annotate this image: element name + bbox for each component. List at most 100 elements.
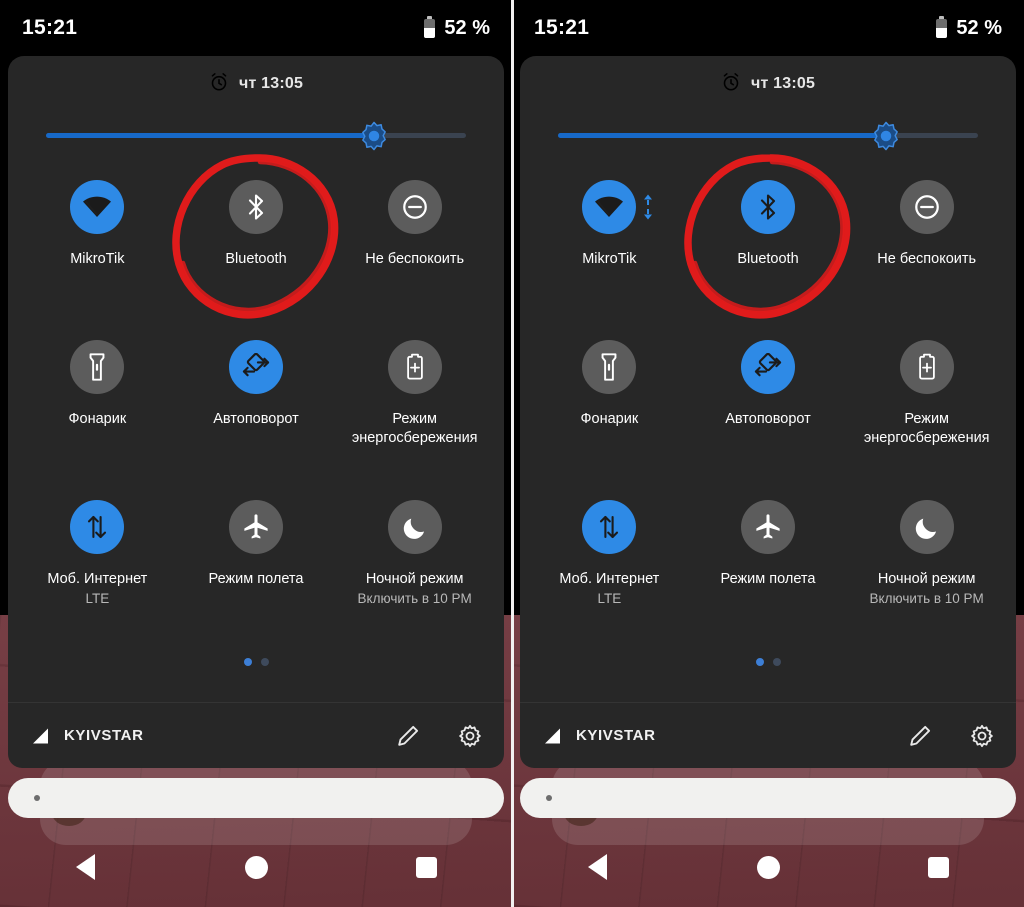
tile-label: Ночной режим	[365, 571, 464, 587]
alarm-clock-icon	[721, 72, 741, 97]
recents-square-icon	[416, 856, 438, 878]
recents-button[interactable]	[853, 827, 1024, 907]
back-triangle-icon	[75, 854, 95, 880]
tile-do-not-disturb[interactable]: Не беспокоить	[847, 166, 1006, 326]
tile-sublabel: Включить в 10 PM	[869, 590, 984, 606]
tile-row: Моб. Интернет LTE Режим полета Ночной режим…	[530, 486, 1006, 646]
tile-auto-rotate[interactable]: Автоповорот	[177, 326, 336, 486]
back-button[interactable]	[0, 827, 171, 907]
page-indicator	[8, 658, 504, 666]
page-dot[interactable]	[755, 658, 764, 666]
mobile-data-icon[interactable]	[70, 500, 125, 554]
signal-strength-icon	[542, 727, 562, 745]
do-not-disturb-icon[interactable]	[387, 180, 442, 234]
battery-saver-icon[interactable]	[899, 340, 954, 394]
tile-label: Bluetooth	[225, 251, 287, 267]
gear-icon[interactable]	[458, 724, 482, 748]
airplane-icon[interactable]	[741, 500, 795, 554]
tile-battery-saver[interactable]: Режим энергосбережения	[847, 326, 1006, 486]
search-bar[interactable]	[520, 778, 1016, 818]
do-not-disturb-icon[interactable]	[899, 180, 954, 234]
tile-wifi[interactable]: MikroTik	[530, 166, 689, 326]
brightness-sun-icon[interactable]	[871, 121, 901, 151]
home-circle-icon	[756, 855, 780, 879]
data-arrows-icon	[643, 194, 653, 220]
tile-wifi[interactable]: MikroTik	[18, 166, 177, 326]
bluetooth-icon[interactable]	[741, 180, 795, 234]
tile-label: Bluetooth	[737, 251, 799, 267]
tile-label: Моб. Интернет	[47, 571, 148, 587]
tile-night-mode[interactable]: Ночной режим Включить в 10 PM	[847, 486, 1006, 646]
brightness-slider[interactable]	[46, 112, 466, 160]
alarm-clock-icon	[209, 72, 229, 97]
moon-icon[interactable]	[387, 500, 442, 554]
tile-battery-saver[interactable]: Режим энергосбережения	[335, 326, 494, 486]
pencil-icon[interactable]	[396, 724, 420, 748]
tile-do-not-disturb[interactable]: Не беспокоить	[335, 166, 494, 326]
tile-row: MikroTik Bluetooth Не беспокоить	[18, 166, 494, 326]
tile-auto-rotate[interactable]: Автоповорот	[689, 326, 848, 486]
status-bar-clock: 15:21	[22, 16, 78, 39]
phone-panel-before: 15:21 52 % чт 13:05 MikroTik Bluetooth Не …	[0, 0, 512, 907]
tile-row: Фонарик Автоповорот Режим энергосбережения	[18, 326, 494, 486]
auto-rotate-icon[interactable]	[229, 340, 283, 394]
page-dot[interactable]	[260, 658, 269, 666]
status-bar: 15:21 52 %	[512, 0, 1024, 56]
comparison-divider	[511, 0, 514, 907]
search-bar[interactable]	[8, 778, 504, 818]
signal-strength-icon	[30, 727, 50, 745]
tile-grid: MikroTik Bluetooth Не беспокоить Фонарик Авт…	[8, 160, 504, 646]
status-bar: 15:21 52 %	[0, 0, 512, 56]
tile-airplane-mode[interactable]: Режим полета	[177, 486, 336, 646]
recents-square-icon	[928, 856, 950, 878]
brightness-fill	[46, 133, 374, 138]
phone-panel-after: 15:21 52 % чт 13:05 MikroTik Bluetooth Не …	[512, 0, 1024, 907]
tile-flashlight[interactable]: Фонарик	[530, 326, 689, 486]
airplane-icon[interactable]	[229, 500, 283, 554]
navigation-bar	[512, 827, 1024, 907]
wifi-icon[interactable]	[582, 180, 653, 234]
page-dot[interactable]	[243, 658, 252, 666]
tile-bluetooth[interactable]: Bluetooth	[177, 166, 336, 326]
alarm-time: чт 13:05	[750, 75, 816, 92]
tile-label: Автоповорот	[213, 411, 299, 427]
search-dot-icon	[34, 795, 40, 801]
page-dot[interactable]	[772, 658, 781, 666]
pencil-icon[interactable]	[908, 724, 932, 748]
home-button[interactable]	[683, 827, 854, 907]
tile-airplane-mode[interactable]: Режим полета	[689, 486, 848, 646]
tile-label: Ночной режим	[877, 571, 976, 587]
tile-bluetooth[interactable]: Bluetooth	[689, 166, 848, 326]
quick-settings-panel: чт 13:05 MikroTik Bluetooth Не беспокоить Ф…	[520, 56, 1016, 768]
flashlight-icon[interactable]	[582, 340, 637, 394]
next-alarm[interactable]: чт 13:05	[8, 56, 504, 112]
tile-label: Фонарик	[580, 411, 639, 427]
wifi-icon[interactable]	[70, 180, 125, 234]
bluetooth-icon[interactable]	[229, 180, 283, 234]
brightness-sun-icon[interactable]	[359, 121, 389, 151]
quick-settings-footer: KYIVSTAR	[8, 702, 504, 768]
tile-mobile-data[interactable]: Моб. Интернет LTE	[18, 486, 177, 646]
flashlight-icon[interactable]	[70, 340, 125, 394]
gear-icon[interactable]	[970, 724, 994, 748]
brightness-slider[interactable]	[558, 112, 978, 160]
tile-label: MikroTik	[70, 251, 125, 267]
moon-icon[interactable]	[899, 500, 954, 554]
mobile-data-icon[interactable]	[582, 500, 637, 554]
recents-button[interactable]	[341, 827, 512, 907]
search-dot-icon	[546, 795, 552, 801]
battery-percent: 52 %	[444, 16, 490, 39]
tile-mobile-data[interactable]: Моб. Интернет LTE	[530, 486, 689, 646]
status-bar-clock: 15:21	[534, 16, 590, 39]
tile-night-mode[interactable]: Ночной режим Включить в 10 PM	[335, 486, 494, 646]
tile-row: MikroTik Bluetooth Не беспокоить	[530, 166, 1006, 326]
battery-icon	[424, 15, 436, 38]
home-button[interactable]	[171, 827, 342, 907]
auto-rotate-icon[interactable]	[741, 340, 795, 394]
next-alarm[interactable]: чт 13:05	[520, 56, 1016, 112]
tile-label: MikroTik	[582, 251, 637, 267]
back-button[interactable]	[512, 827, 683, 907]
battery-saver-icon[interactable]	[387, 340, 442, 394]
tile-label: Не беспокоить	[365, 251, 465, 267]
tile-flashlight[interactable]: Фонарик	[18, 326, 177, 486]
